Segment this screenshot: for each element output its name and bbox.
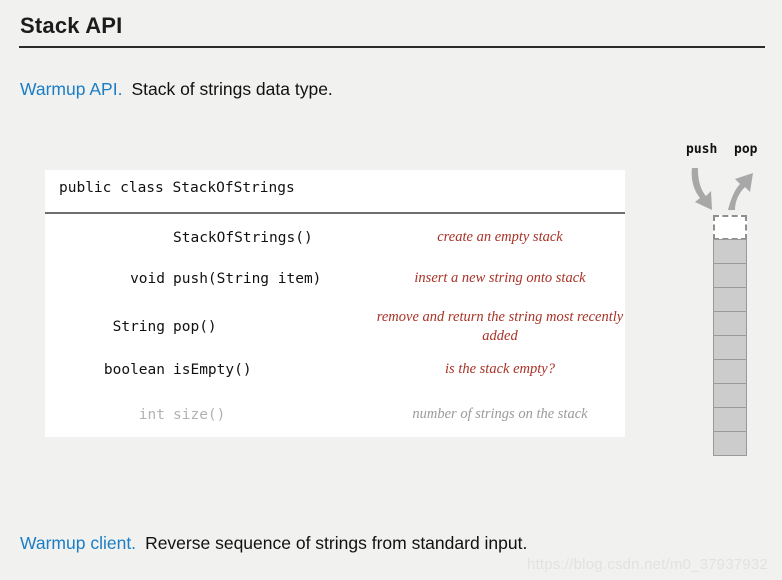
api-method-name: StackOfStrings() <box>173 230 313 246</box>
api-method-description: remove and return the string most recent… <box>376 308 624 344</box>
stack-cell-filled <box>713 407 747 432</box>
api-method-description: create an empty stack <box>437 229 563 246</box>
closing-rest-label: Reverse sequence of strings from standar… <box>145 533 528 553</box>
stack-cell-filled <box>713 287 747 312</box>
stack-diagram: push pop <box>672 142 772 456</box>
pop-arrow-icon <box>728 173 753 210</box>
lead-rest-label: Stack of strings data type. <box>131 79 333 99</box>
api-signature: boolean isEmpty() <box>45 362 375 378</box>
closing-paragraph: Warmup client. Reverse sequence of string… <box>20 533 527 554</box>
stack-operation-labels: push pop <box>672 142 772 160</box>
api-method-row: String pop() remove and return the string … <box>45 303 625 351</box>
stack-cell-filled <box>713 311 747 336</box>
class-declaration: public class StackOfStrings <box>59 180 295 196</box>
api-method-name: push(String item) <box>173 271 322 287</box>
api-method-row: boolean isEmpty() is the stack empty? <box>45 355 625 385</box>
stack-cell-filled <box>713 263 747 288</box>
api-signature: int size() <box>45 407 375 423</box>
stack-cell-filled <box>713 359 747 384</box>
closing-accent-label: Warmup client. <box>20 533 137 553</box>
stack-cell-filled <box>713 383 747 408</box>
watermark-text: https://blog.csdn.net/m0_37937932 <box>527 556 768 573</box>
stack-cell-filled <box>713 335 747 360</box>
push-label: push <box>686 142 718 157</box>
card-header-divider <box>45 212 625 214</box>
api-method-description: number of strings on the stack <box>412 406 588 423</box>
api-method-description: is the stack empty? <box>445 361 555 378</box>
api-return-type: String <box>112 319 165 335</box>
api-method-row: int size() number of strings on the stack <box>45 400 625 430</box>
api-return-type: int <box>138 407 165 423</box>
api-method-row: void push(String item) insert a new string… <box>45 264 625 294</box>
api-method-description: insert a new string onto stack <box>414 270 586 287</box>
lead-accent-label: Warmup API. <box>20 79 123 99</box>
api-return-type: boolean <box>103 362 165 378</box>
api-method-name: size() <box>173 407 226 423</box>
api-signature: void push(String item) <box>45 271 375 287</box>
push-arrow-icon <box>691 168 712 210</box>
api-method-name: isEmpty() <box>173 362 252 378</box>
title-divider <box>19 46 765 48</box>
stack-cell-column <box>713 215 747 456</box>
api-return-type: void <box>130 271 165 287</box>
api-signature: StackOfStrings() <box>45 230 375 246</box>
api-signature: String pop() <box>45 319 375 335</box>
push-pop-arrows <box>691 168 753 210</box>
api-table-card: public class StackOfStrings StackOfStrin… <box>45 170 625 437</box>
lead-paragraph: Warmup API. Stack of strings data type. <box>20 79 333 100</box>
stack-cell-filled <box>713 431 747 456</box>
stack-cell-filled <box>713 239 747 264</box>
stack-cell-empty <box>713 215 747 240</box>
api-method-name: pop() <box>173 319 217 335</box>
api-method-row: StackOfStrings() create an empty stack <box>45 223 625 253</box>
pop-label: pop <box>734 142 758 157</box>
page-title: Stack API <box>20 13 123 38</box>
